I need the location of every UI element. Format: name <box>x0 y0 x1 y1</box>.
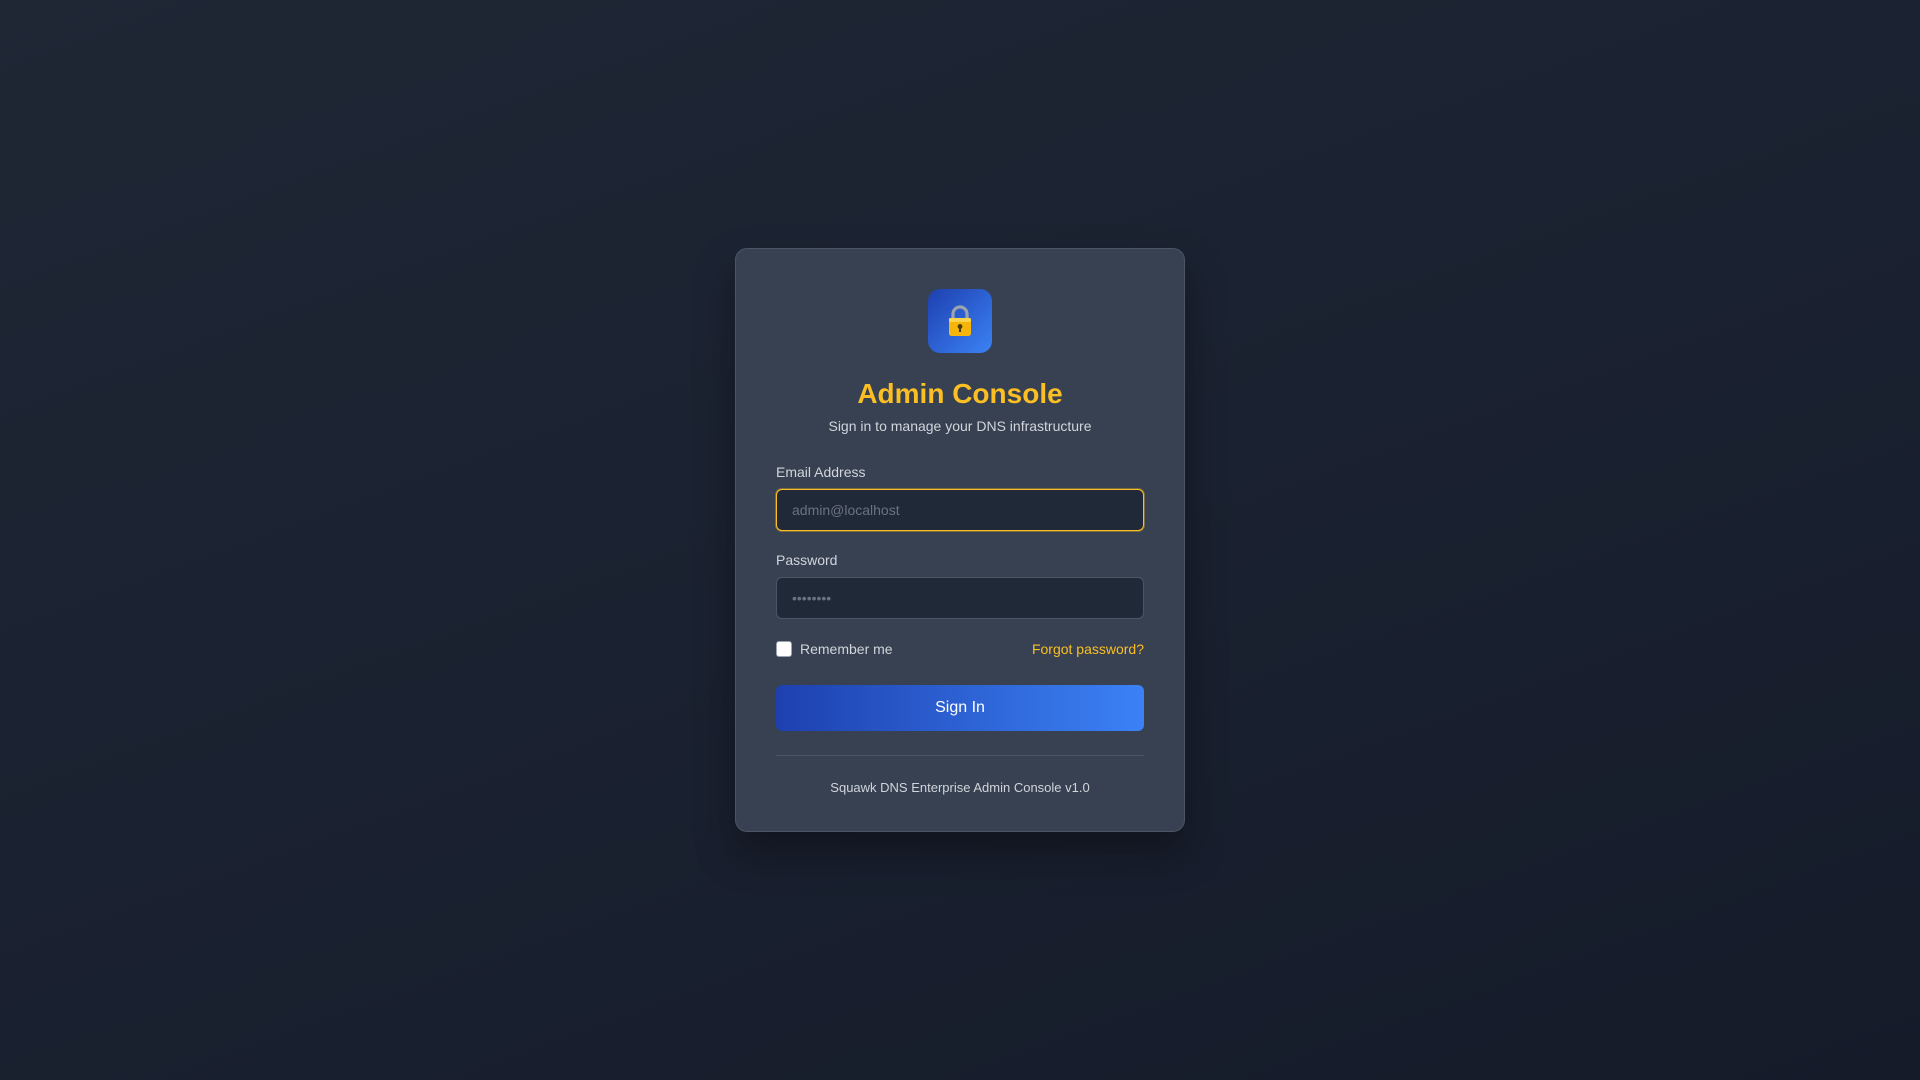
logo-badge <box>928 289 992 353</box>
email-input[interactable] <box>776 489 1144 531</box>
login-card: Admin Console Sign in to manage your DNS… <box>735 248 1185 832</box>
remember-me-label: Remember me <box>800 641 893 657</box>
sign-in-button[interactable]: Sign In <box>776 685 1144 731</box>
forgot-password-link[interactable]: Forgot password? <box>1032 641 1144 657</box>
options-row: Remember me Forgot password? <box>776 639 1144 659</box>
page-subtitle: Sign in to manage your DNS infrastructur… <box>828 418 1092 434</box>
divider <box>776 755 1144 756</box>
lock-icon <box>947 305 973 337</box>
page-title: Admin Console <box>857 378 1063 409</box>
password-label: Password <box>776 552 838 568</box>
email-label: Email Address <box>776 464 866 480</box>
password-input[interactable] <box>776 577 1144 619</box>
remember-me[interactable]: Remember me <box>776 641 893 657</box>
remember-me-checkbox[interactable] <box>776 641 792 657</box>
footer-version: Squawk DNS Enterprise Admin Console v1.0 <box>830 780 1090 795</box>
